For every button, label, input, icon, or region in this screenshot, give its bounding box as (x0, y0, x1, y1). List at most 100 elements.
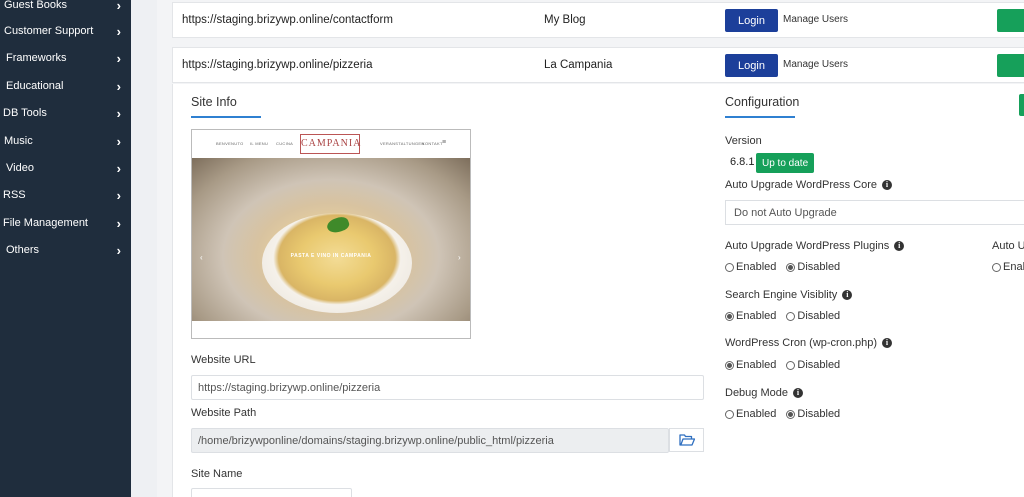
install-site-name: La Campania (544, 59, 613, 71)
sidebar-item-label: Guest Books (4, 0, 67, 11)
search-engine-label: Search Engine Visiblity (725, 289, 838, 301)
radio-label: Enab (1003, 261, 1024, 273)
wp-cron-disabled-radio[interactable]: Disabled (786, 359, 840, 371)
manage-users-link[interactable]: Manage Users (783, 14, 848, 25)
browse-folder-button[interactable] (669, 428, 704, 452)
install-url[interactable]: https://staging.brizywp.online/contactfo… (182, 14, 393, 26)
sidebar-item-label: Educational (6, 80, 64, 92)
sidebar-item-label: RSS (3, 189, 26, 201)
radio-label: Disabled (797, 359, 841, 371)
wp-cron-label: WordPress Cron (wp-cron.php) (725, 337, 878, 349)
info-icon[interactable]: i (894, 241, 905, 251)
site-info-title: Site Info (191, 95, 237, 109)
radio-icon (725, 311, 734, 321)
wp-cron-radios: Enabled Disabled (725, 359, 850, 371)
radio-icon (725, 262, 734, 272)
configuration-title: Configuration (725, 95, 800, 109)
debug-mode-row: Debug Mode i (725, 387, 803, 399)
info-icon[interactable]: i (793, 388, 803, 398)
sidebar-item-video[interactable]: Video › (0, 157, 131, 179)
sidebar-item-label: Customer Support (4, 25, 94, 37)
radio-label: Enabled (736, 310, 777, 322)
sidebar-item-label: File Management (3, 217, 88, 229)
save-button[interactable] (1019, 94, 1024, 116)
login-button[interactable]: Login (725, 9, 778, 32)
sidebar-item-file-management[interactable]: File Management › (0, 212, 131, 234)
site-name-input[interactable] (191, 488, 352, 497)
wp-cron-row: WordPress Cron (wp-cron.php) i (725, 337, 893, 349)
radio-icon (786, 360, 796, 370)
search-engine-enabled-radio[interactable]: Enabled (725, 310, 776, 322)
preview-hero-text: PASTA E VINO IN CAMPANIA (290, 253, 372, 259)
website-path-label: Website Path (191, 407, 257, 419)
sidebar-item-guest-books[interactable]: Guest Books › (0, 0, 131, 16)
sidebar-item-label: Music (4, 135, 33, 147)
website-url-input[interactable]: https://staging.brizywp.online/pizzeria (191, 375, 704, 400)
themes-enabled-radio[interactable]: Enab (992, 261, 1024, 273)
sidebar-item-music[interactable]: Music › (0, 130, 131, 152)
auto-upgrade-plugins-radios: Enabled Disabled (725, 261, 850, 273)
preview-footer (192, 321, 470, 338)
version-value: 6.8.1 (730, 156, 755, 168)
preview-nav-item: VERANSTALTUNGEN (380, 141, 425, 146)
folder-open-icon (678, 434, 695, 446)
install-row: https://staging.brizywp.online/contactfo… (172, 2, 1024, 38)
action-button[interactable] (997, 54, 1024, 77)
info-icon[interactable]: i (882, 338, 893, 348)
radio-icon (786, 409, 796, 419)
sidebar: Guest Books › Customer Support › Framewo… (0, 0, 131, 497)
sidebar-item-customer-support[interactable]: Customer Support › (0, 20, 131, 42)
sidebar-item-educational[interactable]: Educational › (0, 75, 131, 97)
configuration-underline (725, 116, 795, 118)
sidebar-item-frameworks[interactable]: Frameworks › (0, 47, 131, 69)
chevron-right-icon: › (116, 50, 121, 66)
sidebar-item-db-tools[interactable]: DB Tools › (0, 102, 131, 124)
radio-label: Disabled (797, 261, 841, 273)
preview-nav-item: CUCINA (276, 141, 294, 146)
auto-upgrade-core-select[interactable]: Do not Auto Upgrade (725, 200, 1024, 225)
sidebar-item-others[interactable]: Others › (0, 239, 131, 261)
radio-label: Enabled (736, 408, 777, 420)
radio-label: Disabled (797, 408, 841, 420)
preview-menu-icon: ≡ (442, 139, 447, 146)
auto-upgrade-themes-label: Auto U (992, 240, 1024, 252)
login-button[interactable]: Login (725, 54, 778, 77)
radio-label: Enabled (736, 261, 777, 273)
radio-label: Disabled (797, 310, 841, 322)
sidebar-item-label: DB Tools (3, 107, 47, 119)
chevron-right-icon: › (116, 215, 121, 231)
chevron-right-icon: › (116, 0, 121, 13)
site-info-underline (191, 116, 261, 118)
sidebar-item-label: Video (6, 162, 34, 174)
radio-icon (786, 311, 796, 321)
radio-icon (786, 262, 796, 272)
action-button[interactable] (997, 9, 1024, 32)
chevron-right-icon: › (116, 78, 121, 94)
up-to-date-badge: Up to date (756, 153, 815, 173)
wp-cron-enabled-radio[interactable]: Enabled (725, 359, 776, 371)
site-name-label: Site Name (191, 468, 243, 480)
preview-nav-item: IL MENU (250, 141, 269, 146)
auto-upgrade-plugins-row: Auto Upgrade WordPress Plugins i (725, 240, 905, 252)
sidebar-item-rss[interactable]: RSS › (0, 184, 131, 206)
main-content: https://staging.brizywp.online/contactfo… (157, 0, 1024, 497)
auto-upgrade-core-row: Auto Upgrade WordPress Core i (725, 179, 893, 191)
debug-enabled-radio[interactable]: Enabled (725, 408, 776, 420)
info-icon[interactable]: i (882, 180, 893, 190)
plugins-enabled-radio[interactable]: Enabled (725, 261, 776, 273)
search-engine-radios: Enabled Disabled (725, 310, 850, 322)
install-url[interactable]: https://staging.brizywp.online/pizzeria (182, 59, 373, 71)
auto-upgrade-plugins-label: Auto Upgrade WordPress Plugins (725, 240, 890, 252)
info-icon[interactable]: i (842, 290, 853, 300)
website-path-input[interactable]: /home/brizywponline/domains/staging.briz… (191, 428, 669, 453)
plugins-disabled-radio[interactable]: Disabled (786, 261, 840, 273)
search-engine-disabled-radio[interactable]: Disabled (786, 310, 840, 322)
debug-disabled-radio[interactable]: Disabled (786, 408, 840, 420)
debug-mode-radios: Enabled Disabled (725, 408, 850, 420)
sidebar-item-label: Others (6, 244, 40, 256)
install-details-panel: Site Info BENVENUTO IL MENU CUCINA CAMPA… (172, 84, 1024, 497)
manage-users-link[interactable]: Manage Users (783, 59, 848, 70)
chevron-right-icon: › (116, 23, 121, 39)
sidebar-item-label: Frameworks (6, 52, 67, 64)
preview-nav-item: BENVENUTO (216, 141, 244, 146)
